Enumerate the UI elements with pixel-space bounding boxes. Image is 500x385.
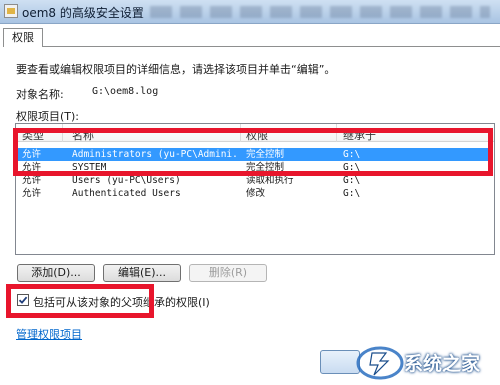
highlight-box-inherit	[6, 284, 154, 318]
tab-permissions[interactable]: 权限	[3, 28, 43, 47]
window-title: oem8 的高级安全设置	[22, 6, 144, 20]
remove-button[interactable]: 删除(R)	[189, 264, 267, 282]
permission-entries-label: 权限项目(T):	[16, 110, 80, 123]
object-name-label: 对象名称:	[16, 88, 64, 101]
blurred-title-area	[150, 6, 490, 18]
add-button[interactable]: 添加(D)...	[17, 264, 95, 282]
cell-inherited: G:\	[343, 188, 361, 199]
cell-type: 允许	[22, 188, 42, 199]
cell-permission: 修改	[246, 188, 266, 199]
edit-button[interactable]: 编辑(E)...	[103, 264, 181, 282]
object-name-value: G:\oem8.log	[92, 86, 159, 97]
table-row[interactable]: 允许 Authenticated Users 修改 G:\	[17, 187, 493, 200]
watermark: 系统之家	[352, 340, 500, 385]
highlight-box-entries	[13, 128, 493, 176]
app-file-icon	[4, 4, 18, 18]
tab-divider	[43, 46, 500, 47]
watermark-text: 系统之家	[404, 353, 481, 375]
title-bar[interactable]: oem8 的高级安全设置	[0, 0, 500, 24]
watermark-logo-icon	[356, 346, 404, 380]
cell-name: Authenticated Users	[72, 188, 181, 199]
intro-text: 要查看或编辑权限项目的详细信息，请选择该项目并单击“编辑”。	[16, 63, 336, 76]
manage-permissions-link[interactable]: 管理权限项目	[16, 326, 82, 342]
